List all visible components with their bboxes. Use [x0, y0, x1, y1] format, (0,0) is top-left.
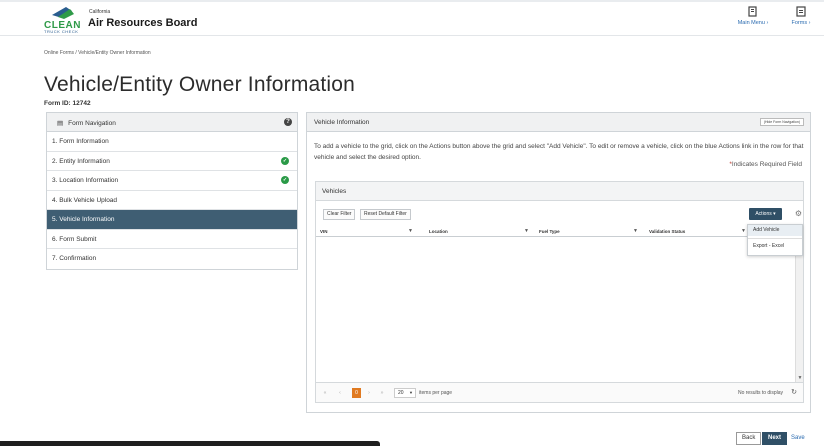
filter-icon[interactable]: ▼: [524, 228, 529, 234]
back-button[interactable]: Back: [736, 432, 762, 445]
nav-item-label: 3. Location Information: [52, 177, 119, 184]
document-icon: ▤: [57, 120, 64, 127]
next-page-icon[interactable]: ›: [365, 389, 373, 397]
save-link[interactable]: Save: [788, 432, 808, 445]
grid-pager: « ‹ 0 › » 20 ▼ items per page No results …: [316, 382, 803, 402]
grid-body: ▼: [316, 237, 803, 384]
page-title: Vehicle/Entity Owner Information: [44, 73, 356, 96]
nav-item-label: 5. Vehicle Information: [52, 216, 115, 223]
first-page-icon[interactable]: «: [321, 389, 329, 397]
nav-item-vehicle-information[interactable]: 5. Vehicle Information: [47, 210, 297, 230]
nav-item-form-information[interactable]: 1. Form Information: [47, 132, 297, 152]
vehicles-header: Vehicles: [316, 182, 803, 201]
forms-icon: [796, 6, 806, 17]
form-navigation-title: Form Navigation: [68, 120, 116, 127]
required-field-text: Indicates Required Field: [731, 161, 802, 168]
clear-filter-button[interactable]: Clear Filter: [323, 209, 356, 220]
chevron-down-icon: ▼: [409, 390, 413, 395]
reset-default-filter-button[interactable]: Reset Default Filter: [360, 209, 411, 220]
nav-item-confirmation[interactable]: 7. Confirmation: [47, 249, 297, 269]
instructions-text: To add a vehicle to the grid, click on t…: [314, 143, 804, 161]
nav-item-bulk-vehicle-upload[interactable]: 4. Bulk Vehicle Upload: [47, 191, 297, 210]
required-field-note: *Indicates Required Field: [729, 161, 802, 168]
actions-dropdown-menu: Add Vehicle Export - Excel: [747, 224, 803, 256]
nav-item-label: 2. Entity Information: [52, 157, 110, 165]
chevron-down-icon: ›: [766, 20, 769, 26]
nav-item-entity-information[interactable]: 2. Entity Information ✓: [47, 152, 297, 171]
no-results-text: No results to display: [737, 390, 783, 396]
help-icon[interactable]: ?: [284, 118, 292, 126]
check-icon: ✓: [281, 156, 289, 165]
main-menu-icon: [748, 6, 757, 17]
nav-item-label: 4. Bulk Vehicle Upload: [52, 196, 118, 204]
column-header-validation-status[interactable]: Validation Status: [649, 229, 685, 234]
check-icon: ✓: [281, 176, 289, 184]
form-id: Form ID: 12742: [44, 100, 91, 107]
column-header-fuel-type[interactable]: Fuel Type: [539, 229, 560, 234]
main-menu-button[interactable]: Main Menu ›: [733, 6, 773, 26]
menu-item-export-excel[interactable]: Export - Excel: [748, 241, 802, 252]
next-button[interactable]: Next: [762, 432, 788, 445]
column-header-vin[interactable]: VIN: [320, 229, 328, 234]
filter-icon[interactable]: ▼: [408, 228, 413, 234]
nav-item-form-submit[interactable]: 6. Form Submit: [47, 230, 297, 249]
refresh-icon[interactable]: ↻: [791, 388, 797, 396]
site-header: CLEAN TRUCK CHECK California Air Resourc…: [0, 2, 824, 36]
vehicle-information-title: Vehicle Information: [314, 119, 370, 126]
form-navigation-header: ▤ Form Navigation ?: [47, 113, 297, 132]
vehicles-grid-panel: Vehicles Clear Filter Reset Default Filt…: [315, 181, 804, 403]
logo-state-text: California: [89, 9, 111, 15]
chevron-down-icon: ›: [808, 20, 811, 26]
scroll-down-icon[interactable]: ▼: [796, 375, 804, 381]
vertical-scrollbar[interactable]: ▼: [795, 237, 803, 384]
menu-item-add-vehicle[interactable]: Add Vehicle: [748, 225, 802, 236]
previous-page-icon[interactable]: ‹: [336, 389, 344, 397]
grid-header-row: VIN ▼ Location ▼ Fuel Type ▼ Validation …: [316, 226, 803, 237]
filter-icon[interactable]: ▼: [633, 228, 638, 234]
vehicle-information-panel: Vehicle Information (Hide Form Navigatio…: [306, 112, 811, 413]
page-size-value: 20: [398, 390, 404, 396]
actions-button[interactable]: Actions ▾: [749, 208, 782, 220]
gear-icon[interactable]: ⚙: [794, 209, 803, 218]
logo-truck-check-text: TRUCK CHECK: [44, 29, 79, 34]
main-menu-label: Main Menu: [737, 20, 765, 26]
hide-form-navigation-button[interactable]: (Hide Form Navigation): [759, 118, 804, 126]
vehicle-information-header: Vehicle Information (Hide Form Navigatio…: [307, 113, 810, 132]
form-navigation-panel: ▤ Form Navigation ? 1. Form Information 2…: [46, 112, 298, 270]
forms-menu-label: Forms: [791, 20, 808, 26]
menu-divider: [748, 238, 802, 239]
nav-item-location-information[interactable]: 3. Location Information ✓: [47, 171, 297, 191]
current-page[interactable]: 0: [352, 388, 361, 398]
clean-truck-check-logo[interactable]: CLEAN TRUCK CHECK California Air Resourc…: [44, 5, 242, 34]
grid-toolbar: Clear Filter Reset Default Filter Action…: [316, 201, 803, 226]
column-header-location[interactable]: Location: [429, 229, 448, 234]
forms-menu-button[interactable]: Forms ›: [783, 6, 819, 26]
page-size-select[interactable]: 20 ▼: [394, 388, 416, 398]
nav-item-label: 6. Form Submit: [52, 235, 97, 243]
breadcrumb[interactable]: Online Forms / Vehicle/Entity Owner Info…: [44, 50, 151, 56]
last-page-icon[interactable]: »: [378, 389, 386, 397]
nav-item-label: 7. Confirmation: [52, 255, 97, 262]
items-per-page-label: items per page: [419, 390, 453, 396]
nav-item-label: 1. Form Information: [52, 138, 109, 145]
filter-icon[interactable]: ▼: [741, 228, 746, 234]
logo-org-name: Air Resources Board: [88, 17, 198, 29]
taskbar-fragment: [0, 441, 380, 446]
